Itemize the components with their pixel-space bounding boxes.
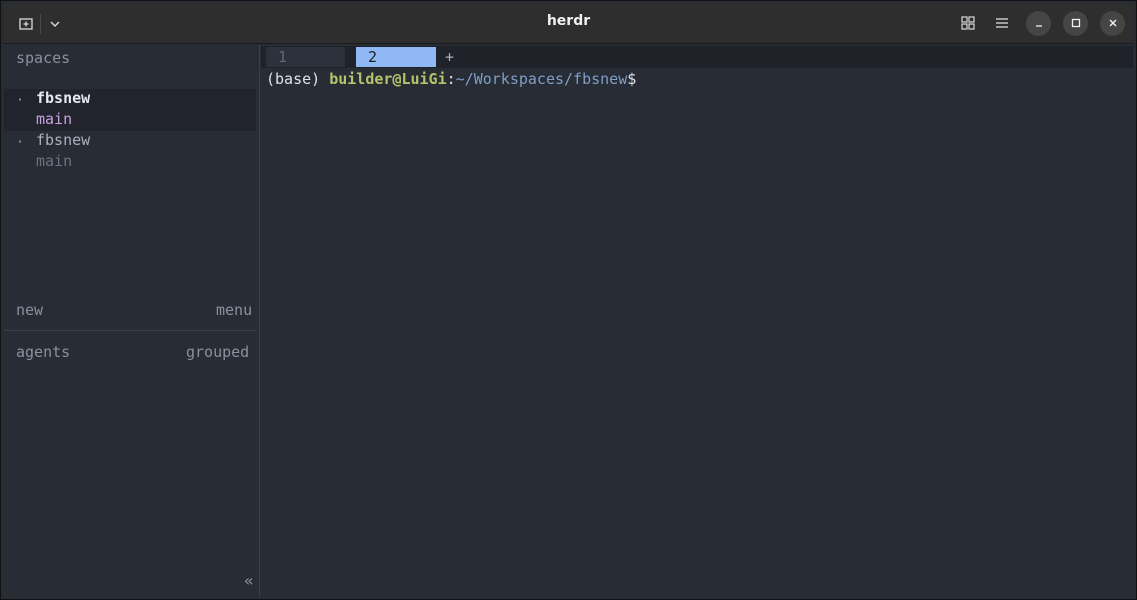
prompt-user-host: builder@LuiGi xyxy=(329,70,447,88)
tab-1[interactable]: 1 xyxy=(266,47,345,67)
terminal-pane[interactable]: 1 2 + (base) builder@LuiGi:~/Workspaces/… xyxy=(261,45,1133,596)
prompt-path: ~/Workspaces/fbsnew xyxy=(455,70,628,88)
space-item-fbsnew-active[interactable]: · fbsnew main xyxy=(4,89,256,131)
tab-2[interactable]: 2 xyxy=(356,47,436,67)
sidebar-divider xyxy=(4,330,256,331)
agents-section-title: agents xyxy=(16,343,71,361)
menu-button[interactable]: menu xyxy=(216,301,252,319)
space-branch: main xyxy=(36,110,73,128)
title-bar: herdr xyxy=(4,3,1133,44)
hamburger-menu-icon[interactable] xyxy=(990,9,1014,37)
space-bullet: · xyxy=(16,135,24,150)
prompt-colon: : xyxy=(446,70,456,88)
prompt-env: (base) xyxy=(266,70,330,88)
space-name: fbsnew xyxy=(36,89,91,107)
app-window: herdr spaces · fbsnew main · fbsnew main… xyxy=(0,0,1137,600)
add-tab-button[interactable]: + xyxy=(445,47,454,67)
title-bar-right-controls xyxy=(956,9,1125,37)
new-space-button[interactable]: new xyxy=(16,301,43,319)
minimize-icon[interactable] xyxy=(1026,10,1051,36)
space-name: fbsnew xyxy=(36,131,91,149)
spaces-section-title: spaces xyxy=(16,49,71,67)
prompt-dollar: $ xyxy=(627,70,637,88)
space-item-fbsnew[interactable]: · fbsnew main xyxy=(4,131,256,173)
space-bullet: · xyxy=(16,93,24,108)
close-icon[interactable] xyxy=(1100,10,1125,36)
tab-bar: 1 2 + xyxy=(261,46,1133,68)
grouped-toggle[interactable]: grouped xyxy=(186,343,249,361)
space-branch: main xyxy=(36,152,73,170)
grid-icon[interactable] xyxy=(956,9,980,37)
terminal-prompt: (base) builder@LuiGi:~/Workspaces/fbsnew… xyxy=(266,69,636,89)
collapse-sidebar-icon[interactable]: « xyxy=(244,571,254,590)
maximize-icon[interactable] xyxy=(1063,10,1088,36)
sidebar: spaces · fbsnew main · fbsnew main new m… xyxy=(4,45,260,596)
